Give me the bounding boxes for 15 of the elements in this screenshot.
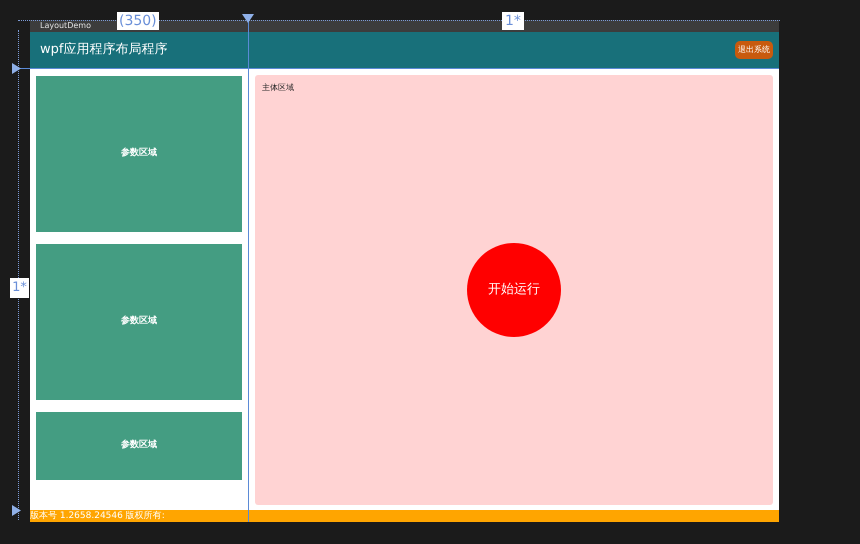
window-title: LayoutDemo <box>40 22 91 30</box>
column-width-label[interactable]: 1* <box>502 12 524 30</box>
row-marker-icon[interactable] <box>12 505 21 516</box>
row-marker-icon[interactable] <box>12 63 21 74</box>
main-area-label: 主体区域 <box>262 82 294 94</box>
status-text: 版本号 1.2658.24546 版权所有: <box>30 512 165 520</box>
panel-label: 参数区域 <box>121 315 157 328</box>
row-height-label[interactable]: 1* <box>10 278 29 298</box>
column-width-label[interactable]: (350) <box>117 12 159 30</box>
column-marker-icon[interactable] <box>242 14 254 23</box>
panel-label: 参数区域 <box>121 439 157 452</box>
panel-label: 参数区域 <box>121 147 157 160</box>
exit-button[interactable]: 退出系统 <box>735 41 773 59</box>
start-button[interactable]: 开始运行 <box>467 243 561 337</box>
header-title: wpf应用程序布局程序 <box>40 41 168 60</box>
